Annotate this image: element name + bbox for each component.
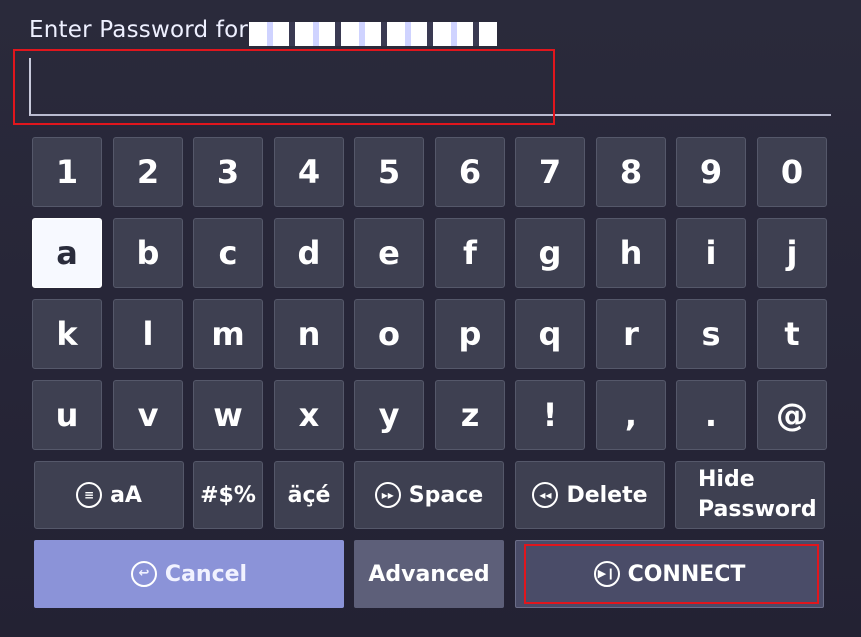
key-n[interactable]: n [274,299,344,369]
key-k[interactable]: k [32,299,102,369]
hide-password-key[interactable]: Hide Password [675,461,825,529]
space-label: Space [408,482,484,508]
key-9[interactable]: 9 [676,137,746,207]
key-x[interactable]: x [274,380,344,450]
key-u[interactable]: u [32,380,102,450]
menu-icon: ≡ [76,482,103,508]
hide-label-line2: Password [698,497,817,522]
key-6[interactable]: 6 [435,137,505,207]
cancel-button[interactable]: ↩ Cancel [34,540,344,608]
key-e[interactable]: e [354,218,424,288]
key-5[interactable]: 5 [354,137,424,207]
key-s[interactable]: s [676,299,746,369]
key-j[interactable]: j [757,218,827,288]
password-field-highlight [13,49,555,125]
delete-label: Delete [566,482,648,508]
key-y[interactable]: y [354,380,424,450]
fast-forward-icon: ▸▸ [374,482,401,508]
key-4[interactable]: 4 [274,137,344,207]
key-d[interactable]: d [274,218,344,288]
advanced-button[interactable]: Advanced [354,540,504,608]
key-t[interactable]: t [757,299,827,369]
key-7[interactable]: 7 [515,137,585,207]
key-0[interactable]: 0 [757,137,827,207]
caps-label: aA [110,482,142,508]
key-o[interactable]: o [354,299,424,369]
key-a[interactable]: a [32,218,102,288]
key-sym6[interactable]: ! [515,380,585,450]
key-3[interactable]: 3 [193,137,263,207]
hide-label-line1: Hide [698,467,755,492]
key-1[interactable]: 1 [32,137,102,207]
key-h[interactable]: h [596,218,666,288]
key-sym9[interactable]: @ [757,380,827,450]
connect-highlight [524,544,819,604]
key-w[interactable]: w [193,380,263,450]
back-icon: ↩ [130,561,157,587]
key-r[interactable]: r [596,299,666,369]
caps-toggle-key[interactable]: ≡ aA [34,461,184,529]
accents-key[interactable]: äçé [274,461,344,529]
key-m[interactable]: m [193,299,263,369]
key-8[interactable]: 8 [596,137,666,207]
key-2[interactable]: 2 [113,137,183,207]
rewind-icon: ◂◂ [532,482,559,508]
cancel-label: Cancel [164,561,248,587]
key-p[interactable]: p [435,299,505,369]
key-i[interactable]: i [676,218,746,288]
key-sym8[interactable]: . [676,380,746,450]
space-key[interactable]: ▸▸ Space [354,461,504,529]
key-c[interactable]: c [193,218,263,288]
key-b[interactable]: b [113,218,183,288]
key-g[interactable]: g [515,218,585,288]
network-name-redacted [249,22,497,46]
key-z[interactable]: z [435,380,505,450]
dialog-title: Enter Password for [29,17,249,43]
key-l[interactable]: l [113,299,183,369]
key-sym7[interactable]: , [596,380,666,450]
key-f[interactable]: f [435,218,505,288]
delete-key[interactable]: ◂◂ Delete [515,461,665,529]
symbols-key[interactable]: #$% [193,461,263,529]
key-v[interactable]: v [113,380,183,450]
key-q[interactable]: q [515,299,585,369]
